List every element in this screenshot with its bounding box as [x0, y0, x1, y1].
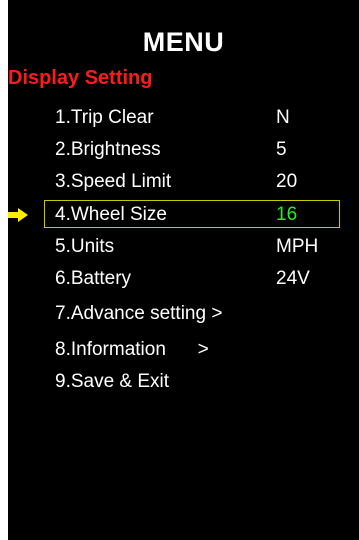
menu-item-value: MPH — [276, 236, 319, 257]
menu-item-brightness[interactable]: 2.Brightness 5 — [8, 134, 359, 166]
menu-title: MENU — [142, 27, 225, 57]
menu-item-information[interactable]: 8.Information > — [8, 334, 359, 366]
menu-item-save-exit[interactable]: 9.Save & Exit — [8, 366, 359, 398]
menu-item-advance-setting[interactable]: 7.Advance setting > — [8, 298, 359, 330]
menu-item-value: 20 — [276, 171, 298, 192]
menu-item-label: 7.Advance setting > — [55, 303, 223, 324]
section-heading: Display Setting — [8, 67, 153, 89]
menu-item-label: 1.Trip Clear — [55, 107, 154, 128]
menu-item-wheel-size[interactable]: 4.Wheel Size 16 — [8, 199, 359, 231]
menu-item-value: 5 — [276, 139, 287, 160]
menu-item-battery[interactable]: 6.Battery 24V — [8, 263, 359, 295]
menu-item-label: 9.Save & Exit — [55, 371, 170, 392]
menu-item-units[interactable]: 5.Units MPH — [8, 231, 359, 263]
menu-item-label: 4.Wheel Size — [55, 204, 167, 225]
menu-item-label: 6.Battery — [55, 268, 132, 289]
menu-item-trip-clear[interactable]: 1.Trip Clear N — [8, 102, 359, 134]
display-screen: MENU Display Setting 1.Trip Clear N 2.Br… — [8, 0, 359, 540]
menu-item-value: 16 — [276, 204, 298, 225]
right-arrow-icon — [8, 208, 28, 222]
menu-item-speed-limit[interactable]: 3.Speed Limit 20 — [8, 166, 359, 198]
menu-item-value: 24V — [276, 268, 310, 289]
menu-item-label: 3.Speed Limit — [55, 171, 172, 192]
menu-item-value: N — [276, 107, 290, 128]
menu-item-label: 8.Information > — [55, 339, 209, 360]
menu-item-label: 5.Units — [55, 236, 115, 257]
menu-item-label: 2.Brightness — [55, 139, 161, 160]
